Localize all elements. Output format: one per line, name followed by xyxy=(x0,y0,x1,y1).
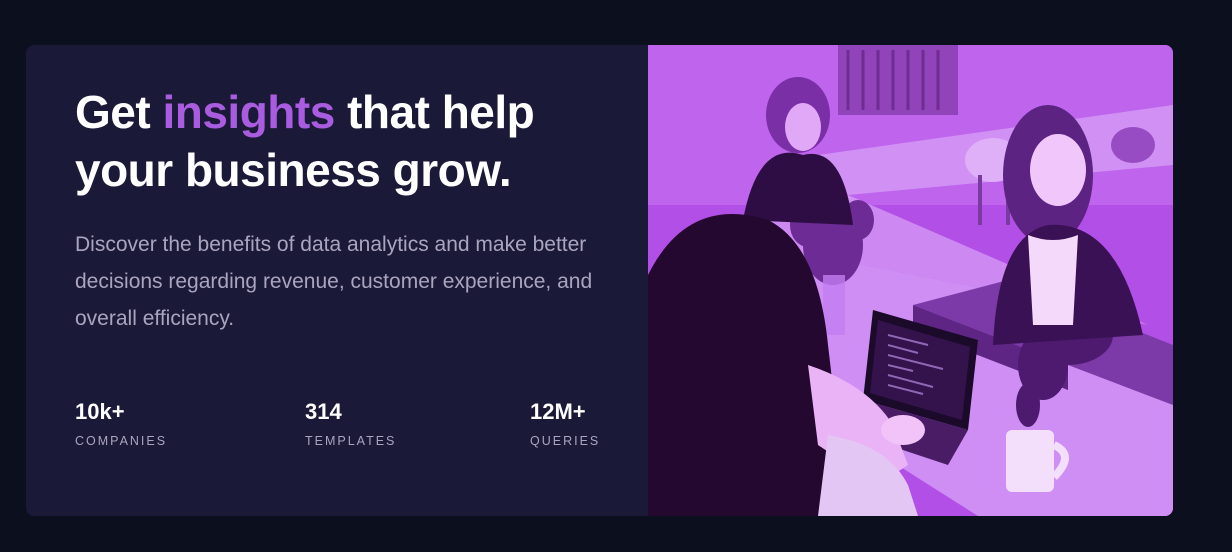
stat-label: COMPANIES xyxy=(75,434,168,448)
hero-photo xyxy=(648,45,1173,516)
stat-value: 12M+ xyxy=(530,399,586,424)
heading-part-1: Get xyxy=(75,86,163,138)
stats-row: 10k+ COMPANIES 314 TEMPLATES 12M+ QUERIE… xyxy=(75,399,635,459)
stat-templates: 314 TEMPLATES xyxy=(305,399,396,449)
heading-accent: insights xyxy=(162,86,335,138)
office-photo-illustration xyxy=(648,45,1173,516)
stat-label: QUERIES xyxy=(530,434,601,448)
stat-queries: 12M+ QUERIES xyxy=(530,399,600,449)
stat-companies: 10k+ COMPANIES xyxy=(75,399,167,449)
hero-card: Get insights that help your business gro… xyxy=(26,45,1173,516)
stat-label: TEMPLATES xyxy=(305,434,397,448)
stat-value: 10k+ xyxy=(75,399,125,424)
hero-text: Get insights that help your business gro… xyxy=(75,83,635,337)
hero-heading: Get insights that help your business gro… xyxy=(75,83,635,199)
hero-description: Discover the benefits of data analytics … xyxy=(75,233,593,330)
stat-value: 314 xyxy=(305,399,342,424)
